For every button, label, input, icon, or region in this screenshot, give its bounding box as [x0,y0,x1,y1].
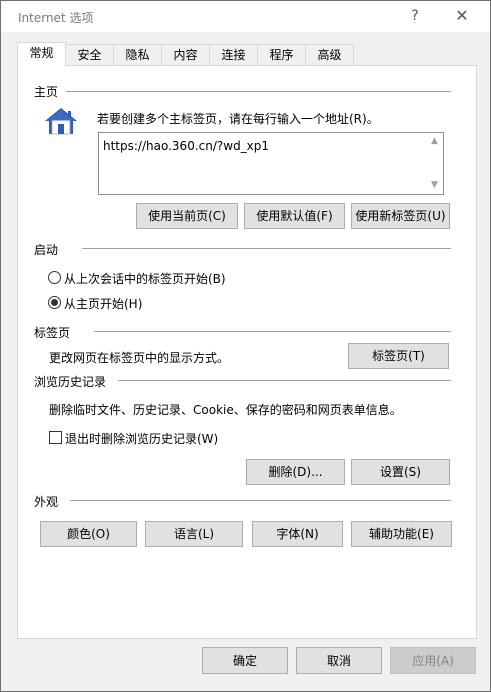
radio-start-homepage-label: 从主页开始(H) [64,297,143,311]
tabs-description: 更改网页在标签页中的显示方式。 [49,351,230,365]
homepage-url-value: https://hao.360.cn/?wd_xp1 [103,139,270,153]
tabs-settings-button[interactable]: 标签页(T) [348,343,449,369]
tab-connections[interactable]: 连接 [209,44,258,66]
tabs-divider [94,331,451,332]
home-icon [45,108,77,135]
homepage-instruction: 若要创建多个主标签页，请在每行输入一个地址(R)。 [97,112,379,126]
history-settings-button[interactable]: 设置(S) [351,459,450,485]
homepage-divider [66,91,451,92]
tab-privacy[interactable]: 隐私 [113,44,162,66]
radio-start-homepage[interactable] [48,296,61,309]
tabs-section-title: 标签页 [34,324,77,341]
history-description: 删除临时文件、历史记录、Cookie、保存的密码和网页表单信息。 [49,403,402,417]
title-bar[interactable]: Internet 选项 ? ✕ [1,1,490,32]
internet-options-dialog: Internet 选项 ? ✕ 常规 安全 隐私 内容 连接 程序 高级 主页 … [0,0,491,692]
tab-advanced[interactable]: 高级 [305,44,354,66]
close-button[interactable]: ✕ [452,6,472,26]
tab-content[interactable]: 内容 [161,44,210,66]
radio-last-session-label: 从上次会话中的标签页开始(B) [64,272,226,286]
use-current-button[interactable]: 使用当前页(C) [136,203,238,229]
use-default-button[interactable]: 使用默认值(F) [244,203,345,229]
delete-history-on-exit-label: 退出时删除浏览历史记录(W) [65,432,219,446]
colors-button[interactable]: 颜色(O) [40,521,137,547]
accessibility-button[interactable]: 辅助功能(E) [351,521,452,547]
delete-history-button[interactable]: 删除(D)... [246,459,345,485]
history-section-title: 浏览历史记录 [34,373,113,390]
tab-general[interactable]: 常规 [17,42,66,67]
tab-programs[interactable]: 程序 [257,44,306,66]
scroll-down-icon[interactable]: ▼ [426,177,443,194]
languages-button[interactable]: 语言(L) [145,521,243,547]
history-divider [118,380,451,381]
scroll-up-icon[interactable]: ▲ [426,133,443,150]
cancel-button[interactable]: 取消 [296,647,382,674]
use-new-tab-button[interactable]: 使用新标签页(U) [351,203,450,229]
tab-security[interactable]: 安全 [65,44,114,66]
window-title: Internet 选项 [18,11,94,25]
general-tab-panel: 主页 若要创建多个主标签页，请在每行输入一个地址(R)。 https://hao… [17,65,477,639]
startup-divider [82,248,451,249]
homepage-section-title: 主页 [34,83,65,100]
tab-strip: 常规 安全 隐私 内容 连接 程序 高级 [17,42,477,67]
help-button[interactable]: ? [405,6,425,26]
apply-button[interactable]: 应用(A) [390,647,476,674]
url-scrollbar[interactable]: ▲ ▼ [426,133,443,194]
startup-section-title: 启动 [34,241,65,258]
fonts-button[interactable]: 字体(N) [252,521,343,547]
homepage-url-textarea[interactable]: https://hao.360.cn/?wd_xp1 ▲ ▼ [98,132,444,195]
appearance-divider [70,500,451,501]
radio-last-session[interactable] [48,271,61,284]
ok-button[interactable]: 确定 [202,647,288,674]
delete-history-on-exit-checkbox[interactable] [49,431,62,444]
appearance-section-title: 外观 [34,493,65,510]
